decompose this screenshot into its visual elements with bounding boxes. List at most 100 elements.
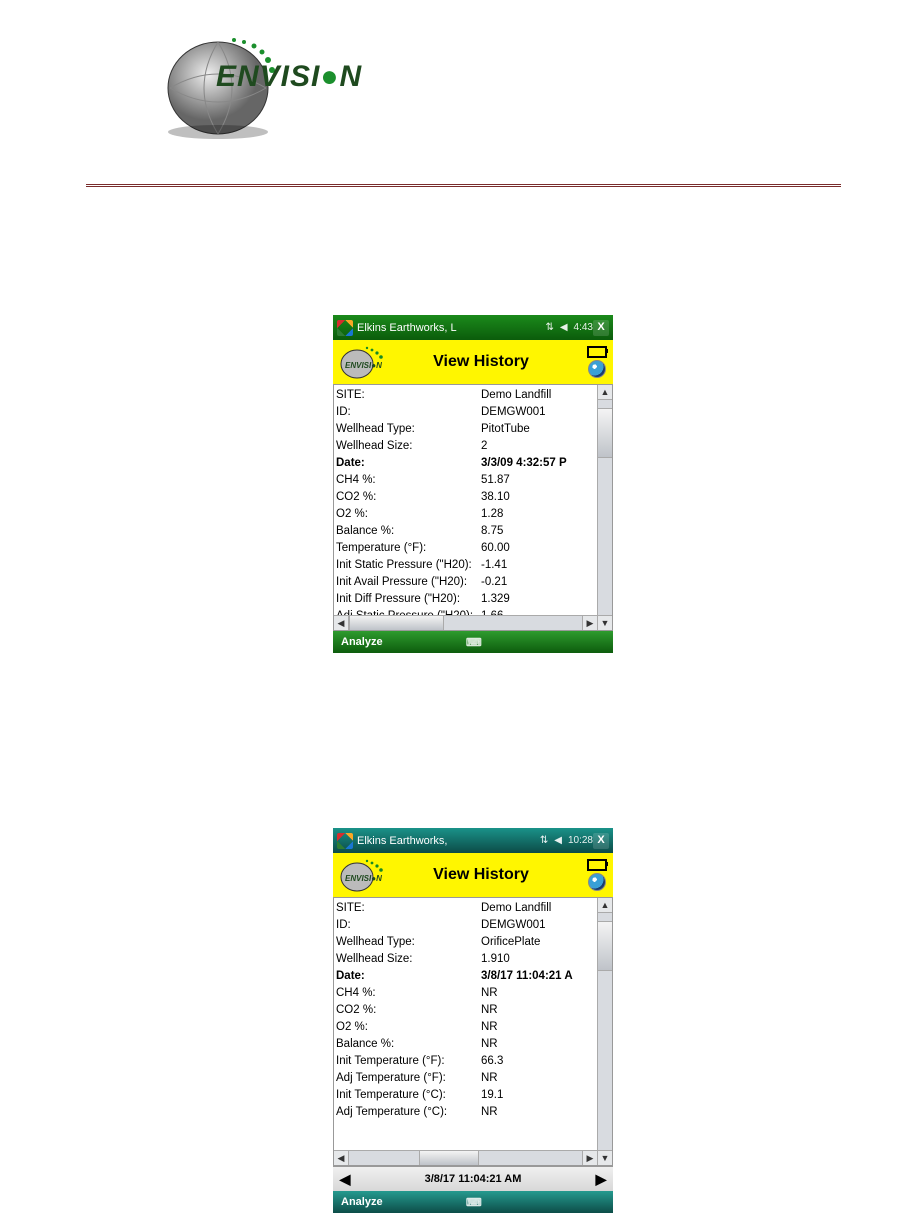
list-item: ID:DEMGW001 <box>336 404 597 421</box>
start-icon[interactable] <box>337 320 353 336</box>
vertical-scrollbar[interactable]: ▲ ▼ <box>597 898 612 1165</box>
field-label: Balance %: <box>336 1036 481 1053</box>
data-list[interactable]: SITE:Demo LandfillID:DEMGW001Wellhead Ty… <box>336 900 597 1165</box>
analyze-softkey[interactable]: Analyze <box>341 1196 383 1208</box>
divider <box>86 184 841 187</box>
scroll-down-button[interactable]: ▼ <box>598 1150 612 1165</box>
field-value: DEMGW001 <box>481 404 597 421</box>
app-logo-icon: ENVISI●N <box>339 855 391 895</box>
logo-word-b: N <box>340 60 363 93</box>
keyboard-icon[interactable]: ⌨ <box>383 636 565 649</box>
signal-icon[interactable]: ⇅ <box>540 835 548 846</box>
field-label: Adj Temperature (°C): <box>336 1104 481 1121</box>
screen-title: View History <box>381 866 581 884</box>
signal-icon[interactable]: ⇅ <box>545 322 553 333</box>
h-scroll-thumb[interactable] <box>419 1151 479 1165</box>
field-label: Wellhead Type: <box>336 421 481 438</box>
field-value: NR <box>481 1036 597 1053</box>
field-label: CH4 %: <box>336 472 481 489</box>
list-item: Init Temperature (°C):19.1 <box>336 1087 597 1104</box>
field-value: NR <box>481 985 597 1002</box>
list-item: Temperature (°F):60.00 <box>336 540 597 557</box>
field-value: OrificePlate <box>481 934 597 951</box>
horizontal-scrollbar[interactable]: ◀ ▶ <box>334 615 597 630</box>
field-label: Date: <box>336 455 481 472</box>
field-value: 19.1 <box>481 1087 597 1104</box>
field-value: NR <box>481 1070 597 1087</box>
scroll-right-button[interactable]: ▶ <box>582 616 597 630</box>
scroll-left-button[interactable]: ◀ <box>334 616 349 630</box>
close-button[interactable]: X <box>593 833 609 849</box>
field-label: ID: <box>336 917 481 934</box>
field-label: CO2 %: <box>336 489 481 506</box>
field-label: CH4 %: <box>336 985 481 1002</box>
data-list[interactable]: SITE:Demo LandfillID:DEMGW001Wellhead Ty… <box>336 387 597 630</box>
horizontal-scrollbar[interactable]: ◀ ▶ <box>334 1150 597 1165</box>
scroll-up-button[interactable]: ▲ <box>598 898 612 913</box>
field-label: O2 %: <box>336 1019 481 1036</box>
logo-dot-icon: ● <box>320 60 339 93</box>
field-label: Init Static Pressure ("H20): <box>336 557 481 574</box>
list-item: O2 %:1.28 <box>336 506 597 523</box>
sync-icon[interactable] <box>588 360 606 378</box>
list-item: Wellhead Type:PitotTube <box>336 421 597 438</box>
list-item: Adj Temperature (°F):NR <box>336 1070 597 1087</box>
list-item: Balance %:8.75 <box>336 523 597 540</box>
scroll-down-button[interactable]: ▼ <box>598 615 612 630</box>
softkey-bar: Analyze ⌨ <box>333 631 613 653</box>
app-header: ENVISI●N View History <box>333 340 613 385</box>
sync-icon[interactable] <box>588 873 606 891</box>
v-scroll-thumb[interactable] <box>598 408 612 458</box>
next-record-button[interactable]: ▶ <box>589 1171 613 1188</box>
field-label: Date: <box>336 968 481 985</box>
list-item: CO2 %:NR <box>336 1002 597 1019</box>
softkey-bar: Analyze ⌨ <box>333 1191 613 1213</box>
field-label: SITE: <box>336 900 481 917</box>
field-label: Wellhead Size: <box>336 951 481 968</box>
device-screenshot-2: Elkins Earthworks, ⇅ ◀ 10:28 X ENVISI●N … <box>333 828 613 1213</box>
screen-title: View History <box>381 353 581 371</box>
window-titlebar: Elkins Earthworks, L ⇅ ◀ 4:43 X <box>333 315 613 340</box>
h-scroll-thumb[interactable] <box>349 616 444 630</box>
logo-word-a: ENVISI <box>216 60 320 93</box>
list-item: Init Diff Pressure ("H20):1.329 <box>336 591 597 608</box>
analyze-softkey[interactable]: Analyze <box>341 636 383 648</box>
field-value: 38.10 <box>481 489 597 506</box>
list-item: Wellhead Type:OrificePlate <box>336 934 597 951</box>
field-value: Demo Landfill <box>481 900 597 917</box>
keyboard-icon[interactable]: ⌨ <box>383 1196 565 1209</box>
field-value: NR <box>481 1019 597 1036</box>
volume-icon[interactable]: ◀ <box>560 322 568 333</box>
scroll-right-button[interactable]: ▶ <box>582 1151 597 1165</box>
field-label: ID: <box>336 404 481 421</box>
field-label: Init Avail Pressure ("H20): <box>336 574 481 591</box>
battery-icon <box>587 859 607 871</box>
field-value: 60.00 <box>481 540 597 557</box>
vertical-scrollbar[interactable]: ▲ ▼ <box>597 385 612 630</box>
field-value: 51.87 <box>481 472 597 489</box>
app-title: Elkins Earthworks, <box>357 835 540 847</box>
v-scroll-thumb[interactable] <box>598 921 612 971</box>
field-value: 1.910 <box>481 951 597 968</box>
volume-icon[interactable]: ◀ <box>554 835 562 846</box>
app-logo-icon: ENVISI●N <box>339 342 391 382</box>
list-item: ID:DEMGW001 <box>336 917 597 934</box>
battery-icon <box>587 346 607 358</box>
prev-record-button[interactable]: ◀ <box>333 1171 357 1188</box>
scroll-left-button[interactable]: ◀ <box>334 1151 349 1165</box>
field-label: SITE: <box>336 387 481 404</box>
field-value: 2 <box>481 438 597 455</box>
clock-text: 4:43 <box>574 322 593 333</box>
field-value: 1.28 <box>481 506 597 523</box>
content-area: SITE:Demo LandfillID:DEMGW001Wellhead Ty… <box>333 898 613 1166</box>
list-item: Init Avail Pressure ("H20):-0.21 <box>336 574 597 591</box>
list-item: SITE:Demo Landfill <box>336 900 597 917</box>
scroll-up-button[interactable]: ▲ <box>598 385 612 400</box>
list-item: CO2 %:38.10 <box>336 489 597 506</box>
start-icon[interactable] <box>337 833 353 849</box>
close-button[interactable]: X <box>593 320 609 336</box>
field-value: PitotTube <box>481 421 597 438</box>
list-item: Wellhead Size:2 <box>336 438 597 455</box>
field-value: 3/3/09 4:32:57 P <box>481 455 597 472</box>
field-value: -1.41 <box>481 557 597 574</box>
